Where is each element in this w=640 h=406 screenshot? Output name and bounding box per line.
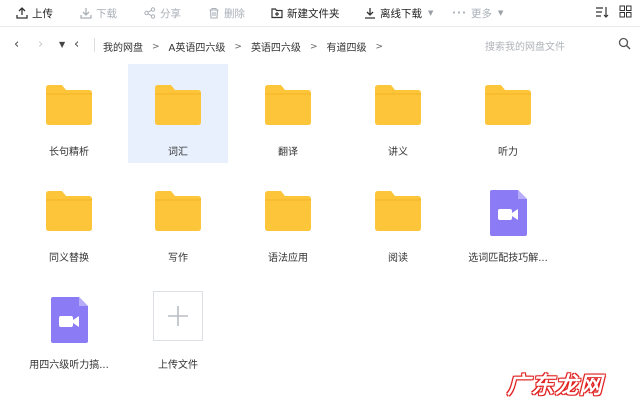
folder-tile[interactable]: 翻译: [238, 64, 338, 163]
breadcrumb-separator-icon: >: [234, 41, 242, 52]
chevron-down-icon: ▼: [497, 9, 504, 17]
plus-icon: [168, 306, 188, 326]
new-folder-button[interactable]: 新建文件夹: [271, 5, 340, 21]
breadcrumb-item[interactable]: A英语四六级: [169, 39, 226, 54]
folder-icon: [155, 85, 201, 125]
folder-icon: [46, 85, 92, 125]
video-file-icon: [490, 190, 527, 236]
view-controls: [595, 5, 632, 19]
toolbar: 上传 下载 分享 删除 新建文件夹 离线下载 ▼ ··· 更多 ▼: [0, 0, 640, 27]
file-name: 写作: [168, 253, 188, 264]
folder-tile-selected[interactable]: 词汇: [128, 64, 228, 163]
video-file-tile[interactable]: 选词匹配技巧解...: [458, 170, 558, 269]
file-name: 讲义: [388, 147, 408, 158]
grid-view-icon[interactable]: [619, 5, 632, 18]
navigation-bar: ‹ › ▼ ‹ 我的网盘 > A英语四六级 > 英语四六级 > 有道四级 > 搜…: [0, 27, 640, 63]
folder-tile[interactable]: 讲义: [348, 64, 448, 163]
breadcrumb-separator-icon: >: [309, 41, 318, 52]
upload-button[interactable]: 上传: [16, 5, 53, 21]
upload-file-tile[interactable]: 上传文件: [128, 277, 228, 376]
history-dropdown-icon[interactable]: ▼: [59, 38, 65, 52]
breadcrumb-item[interactable]: 有道四级: [326, 39, 366, 54]
add-file-box[interactable]: [153, 291, 203, 341]
video-file-icon: [51, 297, 88, 343]
folder-icon: [375, 191, 421, 231]
upload-icon: [16, 7, 28, 19]
folder-tile[interactable]: 阅读: [348, 170, 448, 269]
breadcrumb-separator-icon: >: [375, 41, 384, 52]
upload-file-label: 上传文件: [158, 360, 198, 371]
chevron-down-icon: ▼: [428, 9, 434, 17]
more-button[interactable]: ··· 更多 ▼: [452, 5, 503, 21]
offline-download-button[interactable]: 离线下载 ▼: [364, 5, 433, 21]
download-button[interactable]: 下载: [80, 5, 117, 21]
back-arrow-icon[interactable]: ‹: [14, 38, 19, 52]
watermark-text: 广东龙网: [507, 372, 603, 399]
file-name: 听力: [498, 147, 518, 158]
delete-button[interactable]: 删除: [208, 5, 245, 21]
new-folder-icon: [271, 8, 283, 19]
folder-icon: [485, 85, 531, 125]
folder-tile[interactable]: 听力: [458, 64, 558, 163]
trash-icon: [209, 7, 219, 19]
file-name: 用四六级听力搞...: [29, 360, 109, 371]
share-button[interactable]: 分享: [144, 5, 181, 21]
folder-icon: [265, 191, 311, 231]
folder-tile[interactable]: 语法应用: [238, 170, 338, 269]
forward-arrow-icon[interactable]: ›: [38, 38, 43, 52]
offline-download-icon: [365, 8, 375, 19]
more-icon: ···: [452, 7, 467, 19]
search-icon[interactable]: [618, 37, 631, 50]
file-name: 翻译: [278, 147, 298, 158]
breadcrumb-item[interactable]: 我的网盘: [103, 39, 143, 54]
folder-icon: [265, 85, 311, 125]
breadcrumb-separator-icon: >: [152, 41, 160, 52]
breadcrumb-item[interactable]: 英语四六级: [251, 39, 301, 54]
sort-icon[interactable]: [595, 5, 609, 19]
file-name: 阅读: [388, 253, 408, 264]
breadcrumb: 我的网盘 > A英语四六级 > 英语四六级 > 有道四级 >: [103, 39, 392, 55]
search-input[interactable]: 搜索我的网盘文件: [485, 38, 565, 53]
folder-tile[interactable]: 同义替换: [19, 170, 119, 269]
share-icon: [144, 7, 156, 19]
file-name: 同义替换: [49, 253, 89, 264]
folder-icon: [155, 191, 201, 231]
folder-icon: [46, 191, 92, 231]
folder-icon: [375, 85, 421, 125]
download-icon: [80, 8, 92, 19]
divider: [94, 38, 95, 52]
file-name: 长句精析: [49, 147, 89, 158]
folder-tile[interactable]: 写作: [128, 170, 228, 269]
file-name: 选词匹配技巧解...: [468, 253, 548, 264]
parent-folder-icon[interactable]: ‹: [74, 38, 79, 52]
video-file-tile[interactable]: 用四六级听力搞...: [19, 277, 119, 376]
file-name: 语法应用: [268, 253, 308, 264]
file-name: 词汇: [168, 147, 188, 158]
folder-tile[interactable]: 长句精析: [19, 64, 119, 163]
